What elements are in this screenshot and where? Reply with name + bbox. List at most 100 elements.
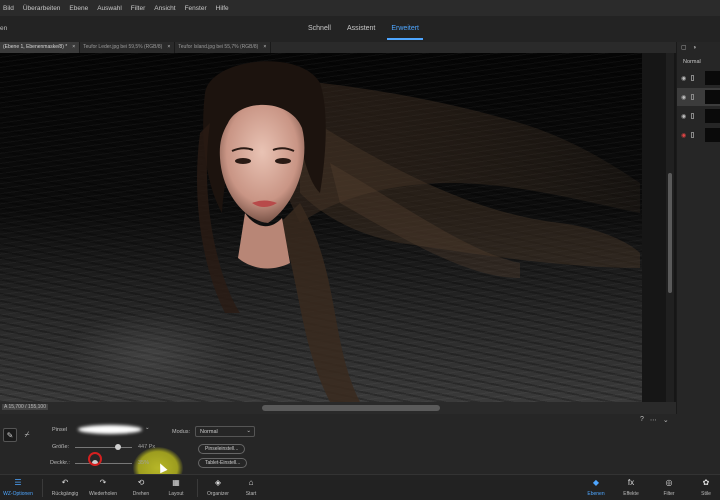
styles-task[interactable]: ✿ Stile xyxy=(686,478,720,497)
menu-item-ebene[interactable]: Ebene xyxy=(69,5,88,12)
task-bar: ☰ WZ-Optionen ↶ Rückgängig ↷ Wiederholen… xyxy=(0,474,720,500)
pinsel-einstellungen-button[interactable]: Pinseleinstell... xyxy=(198,444,246,454)
doc-tab[interactable]: Teufor Leder.jpg bei 59,5% (RGB/8) × xyxy=(80,42,176,53)
menu-item-ueberarbeiten[interactable]: Überarbeiten xyxy=(23,5,61,12)
doc-tab[interactable]: (Ebene 1, Ebenenmaske/8) * × xyxy=(0,42,81,53)
modus-value: Normal xyxy=(200,429,218,435)
menu-item-hilfe[interactable]: Hilfe xyxy=(216,5,229,12)
link-icon[interactable] xyxy=(691,132,694,138)
groesse-slider-knob[interactable] xyxy=(114,444,121,450)
layer-row[interactable]: ◉ xyxy=(677,126,720,144)
layer-thumbnail xyxy=(705,109,720,123)
blend-mode-select[interactable]: Normal xyxy=(683,59,720,65)
start-task[interactable]: ⌂ Start xyxy=(231,478,271,497)
task-label: Wiederholen xyxy=(88,491,118,497)
tool-options-task[interactable]: ☰ WZ-Optionen xyxy=(0,478,38,497)
close-icon[interactable]: × xyxy=(167,42,170,53)
layout-task[interactable]: ▦ Layout xyxy=(156,478,196,497)
task-label: Rückgängig xyxy=(51,491,79,497)
doc-tab[interactable]: Teufor Island.jpg bei 55,7% (RGB/8) × xyxy=(175,42,272,53)
mode-tabs: Schnell Assistent Erweitert xyxy=(300,16,427,42)
layers-icon: ◆ xyxy=(592,478,600,487)
layout-icon: ▦ xyxy=(172,478,180,487)
layer-thumbnail xyxy=(705,90,720,104)
panel-menu-icon[interactable]: ◑ xyxy=(693,45,697,51)
horizontal-scroll-thumb[interactable] xyxy=(262,405,440,411)
layers-panel-toolbar: ▢ ◑ xyxy=(677,42,720,53)
pinsel-label: Pinsel xyxy=(52,427,67,433)
chevron-down-icon: ⌄ xyxy=(246,428,251,434)
task-label: Start xyxy=(245,491,257,497)
vertical-scroll-thumb[interactable] xyxy=(668,173,672,293)
chevron-down-icon[interactable]: ⌄ xyxy=(145,425,150,431)
layer-row[interactable]: ◉ xyxy=(677,69,720,87)
options-icons: ? ⋯ ⌄ xyxy=(640,416,669,424)
modus-select[interactable]: Normal ⌄ xyxy=(195,426,255,437)
open-menu-label[interactable]: en xyxy=(0,25,7,32)
close-icon[interactable]: × xyxy=(72,42,75,53)
document-tabs: (Ebene 1, Ebenenmaske/8) * × Teufor Lede… xyxy=(0,42,676,53)
new-layer-icon[interactable]: ▢ xyxy=(681,44,687,51)
groesse-slider[interactable] xyxy=(75,447,132,448)
status-bar: A 15,700 / 155,100 xyxy=(0,402,676,414)
task-label: WZ-Optionen xyxy=(3,491,33,497)
collapse-icon[interactable]: ⌄ xyxy=(663,416,669,424)
tool-options-icon: ☰ xyxy=(14,478,22,487)
mode-bar: en Schnell Assistent Erweitert xyxy=(0,16,720,42)
rotate-icon: ⟲ xyxy=(137,478,145,487)
menu-item-ansicht[interactable]: Ansicht xyxy=(154,5,175,12)
close-icon[interactable]: × xyxy=(263,42,266,53)
vertical-scrollbar[interactable] xyxy=(666,53,674,402)
doc-tab-label: (Ebene 1, Ebenenmaske/8) * xyxy=(3,44,68,50)
layer-row[interactable]: ◉ xyxy=(677,107,720,125)
link-icon[interactable] xyxy=(691,75,694,81)
effects-icon: fx xyxy=(627,478,635,487)
doc-tab-label: Teufor Island.jpg bei 55,7% (RGB/8) xyxy=(178,44,259,50)
mode-assistent[interactable]: Assistent xyxy=(339,16,383,42)
doc-tab-label: Teufor Leder.jpg bei 59,5% (RGB/8) xyxy=(83,44,163,50)
menu-item-bild[interactable]: Bild xyxy=(3,5,14,12)
tablet-einstellungen-button[interactable]: Tablet-Einstell... xyxy=(198,458,248,468)
undo-task[interactable]: ↶ Rückgängig xyxy=(45,478,85,497)
rotate-task[interactable]: ⟲ Drehen xyxy=(121,478,161,497)
styles-icon: ✿ xyxy=(702,478,710,487)
status-readout: A 15,700 / 155,100 xyxy=(2,404,48,410)
image-canvas[interactable] xyxy=(0,53,676,402)
visibility-eye-icon[interactable]: ◉ xyxy=(681,132,687,139)
filter-task[interactable]: ◎ Filter xyxy=(649,478,689,497)
redo-icon: ↷ xyxy=(99,478,107,487)
mode-erweitert[interactable]: Erweitert xyxy=(383,16,427,42)
mode-schnell[interactable]: Schnell xyxy=(300,16,339,42)
layers-panel: ▢ ◑ Normal ◉ ◉ ◉ ◉ xyxy=(676,42,720,414)
menu-item-auswahl[interactable]: Auswahl xyxy=(97,5,122,12)
layer-thumbnail xyxy=(705,71,720,85)
visibility-eye-icon[interactable]: ◉ xyxy=(681,75,687,82)
effects-task[interactable]: fx Effekte xyxy=(611,478,651,497)
task-label: Drehen xyxy=(132,491,150,497)
task-label: Organizer xyxy=(207,491,229,497)
visibility-eye-icon[interactable]: ◉ xyxy=(681,94,687,101)
redo-task[interactable]: ↷ Wiederholen xyxy=(83,478,123,497)
document-image[interactable] xyxy=(0,53,642,402)
brush-preview[interactable] xyxy=(78,425,142,434)
deckkraft-slider[interactable] xyxy=(75,463,132,464)
deckkraft-label: Deckkr.: xyxy=(50,460,70,466)
task-label: Stile xyxy=(701,491,711,497)
help-icon[interactable]: ? xyxy=(640,416,644,424)
menu-bar: Bild Überarbeiten Ebene Auswahl Filter A… xyxy=(0,0,720,16)
layer-row-selected[interactable]: ◉ xyxy=(677,88,720,106)
menu-item-filter[interactable]: Filter xyxy=(131,5,145,12)
layers-task[interactable]: ◆ Ebenen xyxy=(576,478,616,497)
more-icon[interactable]: ⋯ xyxy=(650,416,657,424)
portrait-photo xyxy=(197,61,640,402)
task-label: Ebenen xyxy=(587,491,605,497)
brush-tool-icon[interactable]: ✎ xyxy=(3,428,17,442)
link-icon[interactable] xyxy=(691,94,694,100)
visibility-eye-icon[interactable]: ◉ xyxy=(681,113,687,120)
menu-item-fenster[interactable]: Fenster xyxy=(185,5,207,12)
task-label: Effekte xyxy=(623,491,639,497)
eyedropper-icon[interactable]: ⌿ xyxy=(20,428,34,442)
layer-thumbnail xyxy=(705,128,720,142)
divider xyxy=(42,479,43,497)
link-icon[interactable] xyxy=(691,113,694,119)
